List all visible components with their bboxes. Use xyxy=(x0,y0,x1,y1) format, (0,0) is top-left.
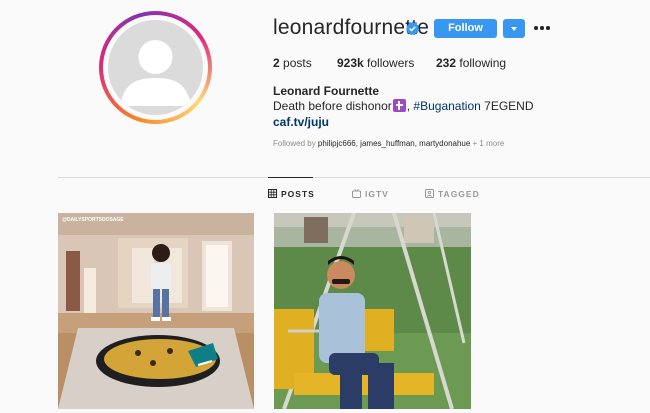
followed-by-names: philipjc666, james_huffman, martydonahue xyxy=(317,139,471,148)
following-stat[interactable]: 232 following xyxy=(436,56,506,70)
tab-tagged-label: TAGGED xyxy=(438,189,480,199)
following-count: 232 xyxy=(436,56,457,70)
post-thumbnail-1[interactable]: @DAILYSPORTSDOSAGE xyxy=(58,213,254,409)
latin-cross-emoji-icon xyxy=(392,99,406,112)
posts-count: 2 xyxy=(273,56,280,70)
watermark-text: @DAILYSPORTSDOSAGE xyxy=(62,217,124,223)
posts-count-stat: 2 posts xyxy=(273,56,312,70)
followed-by-prefix: Followed by xyxy=(273,139,318,148)
bio-text: Death before dishonor xyxy=(273,99,392,113)
avatar-frame xyxy=(103,15,208,120)
verified-badge-icon xyxy=(406,21,420,36)
story-ring[interactable] xyxy=(99,11,212,124)
tab-igtv[interactable]: IGTV xyxy=(352,188,389,199)
followed-by-text[interactable]: Followed by philipjc666, james_huffman, … xyxy=(273,139,504,148)
following-label: following xyxy=(456,56,507,70)
swing-meme-image xyxy=(274,213,471,409)
followers-label: followers xyxy=(363,56,415,70)
tab-posts-label: POSTS xyxy=(281,189,315,199)
posts-label: posts xyxy=(279,56,312,70)
tab-tagged[interactable]: TAGGED xyxy=(425,189,480,199)
grid-icon xyxy=(268,189,277,198)
tabs-divider xyxy=(58,177,650,178)
bio-hashtag-link[interactable]: #Buganation xyxy=(413,99,480,113)
suggested-accounts-dropdown-button[interactable] xyxy=(503,19,525,38)
tv-icon xyxy=(352,188,361,198)
followers-stat[interactable]: 923k followers xyxy=(337,56,414,70)
profile-bio: Death before dishonor, #Buganation 7EGEN… xyxy=(273,99,534,113)
active-tab-indicator xyxy=(268,177,313,178)
default-avatar-icon xyxy=(120,40,191,106)
followed-by-more: + 1 more xyxy=(470,139,505,148)
tag-icon xyxy=(425,189,434,198)
followers-count: 923k xyxy=(337,56,364,70)
post-thumbnail-2[interactable] xyxy=(274,213,471,409)
avatar[interactable] xyxy=(108,20,203,115)
jaguars-meme-image: @DAILYSPORTSDOSAGE xyxy=(58,213,254,409)
bio-website-link[interactable]: caf.tv/juju xyxy=(273,115,329,129)
profile-full-name: Leonard Fournette xyxy=(273,84,380,98)
follow-button[interactable]: Follow xyxy=(434,19,497,38)
options-ellipsis-icon[interactable] xyxy=(534,22,550,32)
tab-igtv-label: IGTV xyxy=(365,189,389,199)
tab-posts[interactable]: POSTS xyxy=(268,189,315,199)
bio-text-after: 7EGEND xyxy=(480,99,534,113)
